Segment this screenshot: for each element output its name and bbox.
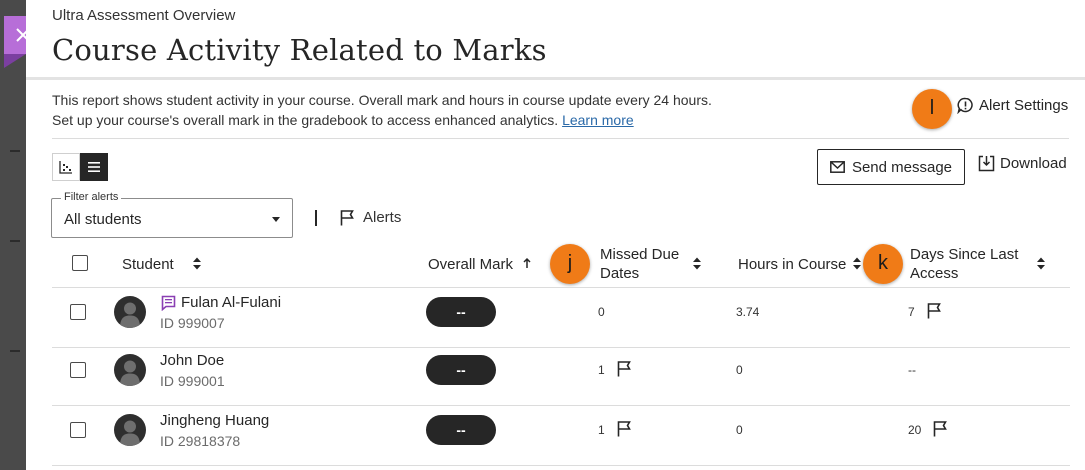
flag-icon	[933, 421, 947, 437]
callout-j: j	[550, 244, 590, 284]
days-since-access-value: --	[908, 363, 916, 377]
flag-icon	[617, 421, 631, 437]
close-button-tail	[4, 54, 26, 68]
select-all-checkbox[interactable]	[72, 255, 88, 271]
days-since-access-value: 7	[908, 305, 915, 319]
download-button[interactable]: Download	[978, 155, 1067, 172]
alert-settings-label: Alert Settings	[979, 97, 1069, 114]
chart-view-button[interactable]	[52, 153, 80, 181]
row-divider	[52, 347, 1070, 348]
alert-icon	[957, 97, 973, 114]
scatter-chart-icon	[59, 161, 72, 174]
missed-due-dates-value: 1	[598, 363, 605, 377]
days-since-access-value: 20	[908, 423, 922, 437]
column-header-overall-mark[interactable]: Overall Mark	[428, 255, 513, 274]
avatar	[114, 414, 146, 446]
sort-icon[interactable]	[852, 256, 862, 271]
overall-mark-pill[interactable]: --	[426, 355, 496, 385]
background-overlay	[0, 0, 26, 470]
student-id: ID 999001	[160, 373, 225, 389]
filter-alerts-select[interactable]: Filter alerts All students	[51, 191, 293, 238]
callout-l: l	[912, 89, 952, 129]
flag-icon	[927, 303, 941, 319]
download-icon	[978, 155, 995, 172]
row-divider	[52, 465, 1070, 466]
alerts-label: Alerts	[363, 209, 402, 226]
missed-due-dates-value: 0	[598, 305, 605, 319]
callout-k: k	[863, 244, 903, 284]
filter-alerts-legend: Filter alerts	[61, 191, 122, 203]
days-since-line-2: Access	[910, 265, 959, 282]
learn-more-link[interactable]: Learn more	[562, 112, 634, 128]
flag-icon	[340, 209, 354, 225]
description-line-2: Set up your course's overall mark in the…	[52, 112, 559, 128]
days-since-line-1: Days Since Last	[910, 246, 1019, 263]
missed-due-dates-line-2: Dates	[600, 265, 640, 282]
section-divider	[52, 138, 1069, 139]
filter-alerts-value: All students	[64, 211, 142, 228]
page-subtitle: Ultra Assessment Overview	[52, 7, 236, 24]
missed-due-dates-line-1: Missed Due	[600, 246, 680, 263]
column-header-hours-in-course[interactable]: Hours in Course	[738, 255, 846, 274]
hours-in-course-value: 3.74	[736, 305, 760, 319]
user-avatar-icon	[120, 302, 140, 328]
header-divider	[26, 77, 1085, 80]
flag-icon	[617, 361, 631, 377]
accommodation-note-icon[interactable]	[161, 295, 176, 311]
sort-icon[interactable]	[1036, 256, 1046, 271]
row-checkbox[interactable]	[70, 304, 86, 320]
row-checkbox[interactable]	[70, 362, 86, 378]
column-header-student[interactable]: Student	[122, 255, 174, 274]
envelope-icon	[830, 161, 845, 173]
send-message-button[interactable]: Send message	[817, 149, 965, 185]
view-toggle	[52, 153, 108, 181]
sort-icon[interactable]	[692, 256, 702, 271]
student-name[interactable]: Fulan Al-Fulani	[181, 294, 281, 311]
list-icon	[88, 162, 100, 172]
sort-ascending-icon[interactable]	[522, 257, 532, 269]
row-checkbox[interactable]	[70, 422, 86, 438]
column-header-days-since-last-access[interactable]: Days Since Last Access	[910, 245, 1018, 283]
send-message-label: Send message	[851, 158, 953, 176]
sort-icon[interactable]	[192, 256, 202, 271]
description-line-1: This report shows student activity in yo…	[52, 92, 712, 108]
toggle-separator	[315, 210, 317, 226]
page-title: Course Activity Related to Marks	[52, 33, 547, 67]
avatar	[114, 296, 146, 328]
student-id: ID 29818378	[160, 433, 241, 449]
overall-mark-pill[interactable]: --	[426, 415, 496, 445]
table-header-divider	[52, 287, 1070, 288]
student-name[interactable]: Jingheng Huang	[160, 412, 269, 429]
hours-in-course-value: 0	[736, 363, 743, 377]
alerts-toggle[interactable]: Alerts	[340, 209, 401, 226]
avatar	[114, 354, 146, 386]
chevron-down-icon	[272, 217, 280, 222]
list-view-button[interactable]	[80, 153, 108, 181]
row-divider	[52, 405, 1070, 406]
report-description: This report shows student activity in yo…	[52, 90, 712, 130]
student-id: ID 999007	[160, 315, 225, 331]
student-name[interactable]: John Doe	[160, 352, 224, 369]
overall-mark-pill[interactable]: --	[426, 297, 496, 327]
hours-in-course-value: 0	[736, 423, 743, 437]
user-avatar-icon	[120, 360, 140, 386]
column-header-missed-due-dates[interactable]: Missed Due Dates	[600, 245, 679, 283]
user-avatar-icon	[120, 420, 140, 446]
alert-settings-button[interactable]: Alert Settings	[957, 97, 1068, 114]
missed-due-dates-value: 1	[598, 423, 605, 437]
download-label: Download	[1000, 155, 1067, 172]
